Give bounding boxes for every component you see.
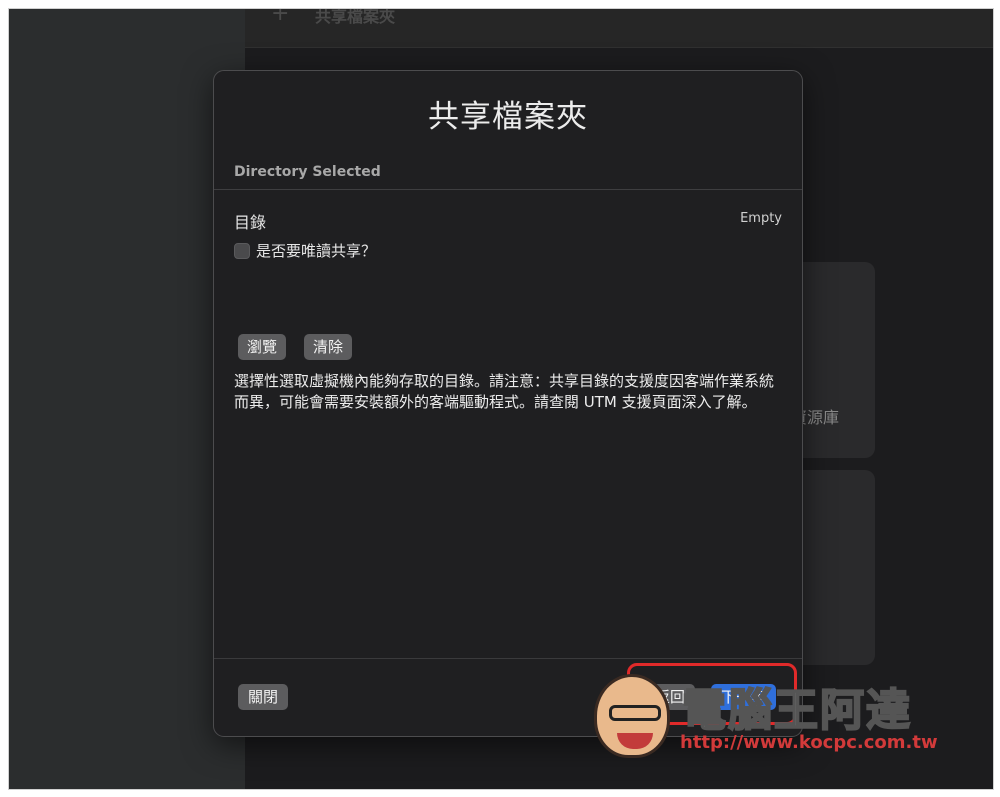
shared-folder-dialog: 共享檔案夾 Directory Selected 目錄 Empty 是否要唯讀共… (213, 70, 803, 737)
clear-button[interactable]: 清除 (304, 334, 353, 360)
directory-label: 目錄 (234, 213, 267, 232)
glasses-icon (609, 705, 661, 721)
watermark-logo: 電腦王阿達 http://www.kocpc.com.tw (594, 668, 954, 768)
divider (214, 189, 802, 190)
readonly-label: 是否要唯讀共享？ (256, 242, 377, 260)
add-icon[interactable]: + (271, 9, 289, 26)
divider (214, 658, 802, 659)
watermark-title: 電腦王阿達 (681, 684, 912, 737)
directory-value: Empty (740, 211, 782, 226)
close-button[interactable]: 關閉 (238, 684, 289, 710)
readonly-checkbox[interactable] (234, 242, 250, 259)
section-header: Directory Selected (234, 164, 381, 180)
toolbar-title: 共享檔案夾 (315, 8, 396, 26)
dialog-title: 共享檔案夾 (428, 99, 588, 135)
mascot-face-icon (594, 674, 670, 758)
readonly-option[interactable]: 是否要唯讀共享？ (234, 240, 376, 261)
toolbar: + 共享檔案夾 (245, 9, 993, 48)
browse-button[interactable]: 瀏覽 (238, 334, 287, 360)
sidebar (9, 9, 245, 789)
description-text: 選擇性選取虛擬機內能夠存取的目錄。請注意：共享目錄的支援度因客端作業系統而異，可… (234, 372, 775, 411)
watermark-url: http://www.kocpc.com.tw (680, 732, 938, 753)
mouth-icon (617, 733, 653, 749)
